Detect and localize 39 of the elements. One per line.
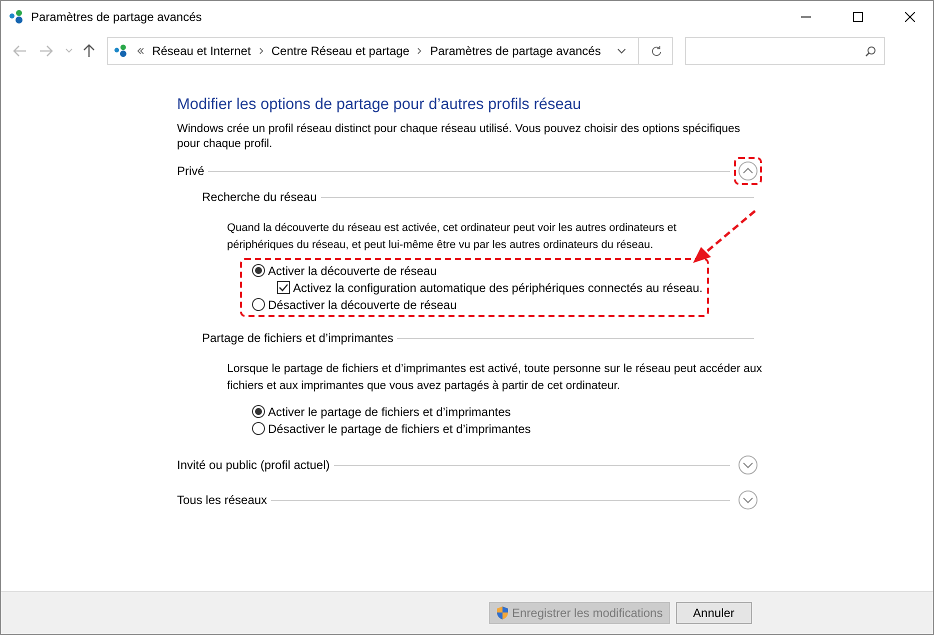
section-heading: Recherche du réseau — [202, 190, 317, 204]
profile-heading[interactable]: Tous les réseaux — [177, 493, 268, 507]
maximize-icon — [853, 12, 863, 22]
back-arrow-icon[interactable] — [13, 45, 27, 57]
network-icon — [114, 43, 129, 59]
forward-arrow-icon[interactable] — [39, 45, 53, 57]
cancel-button[interactable]: Annuler — [676, 602, 752, 624]
intro-text: Windows crée un profil réseau distinct pour chaque réseau utilisé. Vous pouvez choisir des options spécifiques pour chaque profil. — [177, 122, 742, 152]
section-description: Quand la découverte du réseau est activée, cet ordinateur peut voir les autres ordinateurs et périphériques du réseau, et peut lui-même être vu par les autres ordinateurs du réseau. — [226, 221, 678, 253]
up-arrow-icon[interactable] — [83, 44, 95, 58]
profile-heading[interactable]: Privé — [177, 164, 204, 178]
refresh-icon[interactable] — [650, 45, 662, 57]
radio-option[interactable]: Désactiver la découverte de réseau — [252, 296, 703, 313]
shield-icon — [496, 606, 509, 620]
checkbox[interactable] — [277, 281, 290, 294]
page-heading: Modifier les options de partage pour d’autres profils réseau — [177, 96, 582, 114]
radio-option[interactable]: Activer le partage de fichiers et d’imprimantes — [252, 403, 531, 420]
window-title: Paramètres de partage avancés — [31, 10, 202, 24]
section-heading: Partage de fichiers et d’imprimantes — [202, 331, 394, 345]
close-icon — [905, 12, 915, 22]
chevron-down-icon[interactable] — [616, 48, 626, 54]
radio-option[interactable]: Désactiver le partage de fichiers et d’imprimantes — [252, 420, 531, 437]
breadcrumb-item[interactable]: Réseau et Internet — [152, 44, 251, 58]
breadcrumb-item[interactable]: Paramètres de partage avancés — [430, 44, 601, 58]
address-bar[interactable]: Réseau et Internet Centre Réseau et partage Paramètres de partage avancés — [107, 37, 673, 65]
breadcrumb-item[interactable]: Centre Réseau et partage — [271, 44, 410, 58]
search-field[interactable] — [685, 37, 885, 65]
chevron-right-icon[interactable] — [417, 47, 422, 55]
double-chevron-icon[interactable] — [136, 47, 144, 55]
search-icon — [865, 46, 876, 56]
profile-heading[interactable]: Invité ou public (profil actuel) — [177, 458, 330, 472]
section-description: Lorsque le partage de fichiers et d’imprimantes est activé, toute personne sur le réseau peut accéder aux fichiers et aux imprimantes que vous avez partagés à partir de cet ordinateur. — [226, 362, 764, 394]
expand-toggle-icon[interactable] — [738, 161, 758, 181]
expand-toggle-icon[interactable] — [738, 455, 758, 475]
checkbox-option[interactable]: Activez la configuration automatique des périphériques connectés au réseau. — [252, 279, 703, 296]
network-icon — [9, 8, 25, 24]
expand-toggle-icon[interactable] — [738, 490, 758, 510]
chevron-right-icon[interactable] — [258, 47, 264, 55]
radio-option[interactable]: Activer la découverte de réseau — [252, 262, 703, 279]
